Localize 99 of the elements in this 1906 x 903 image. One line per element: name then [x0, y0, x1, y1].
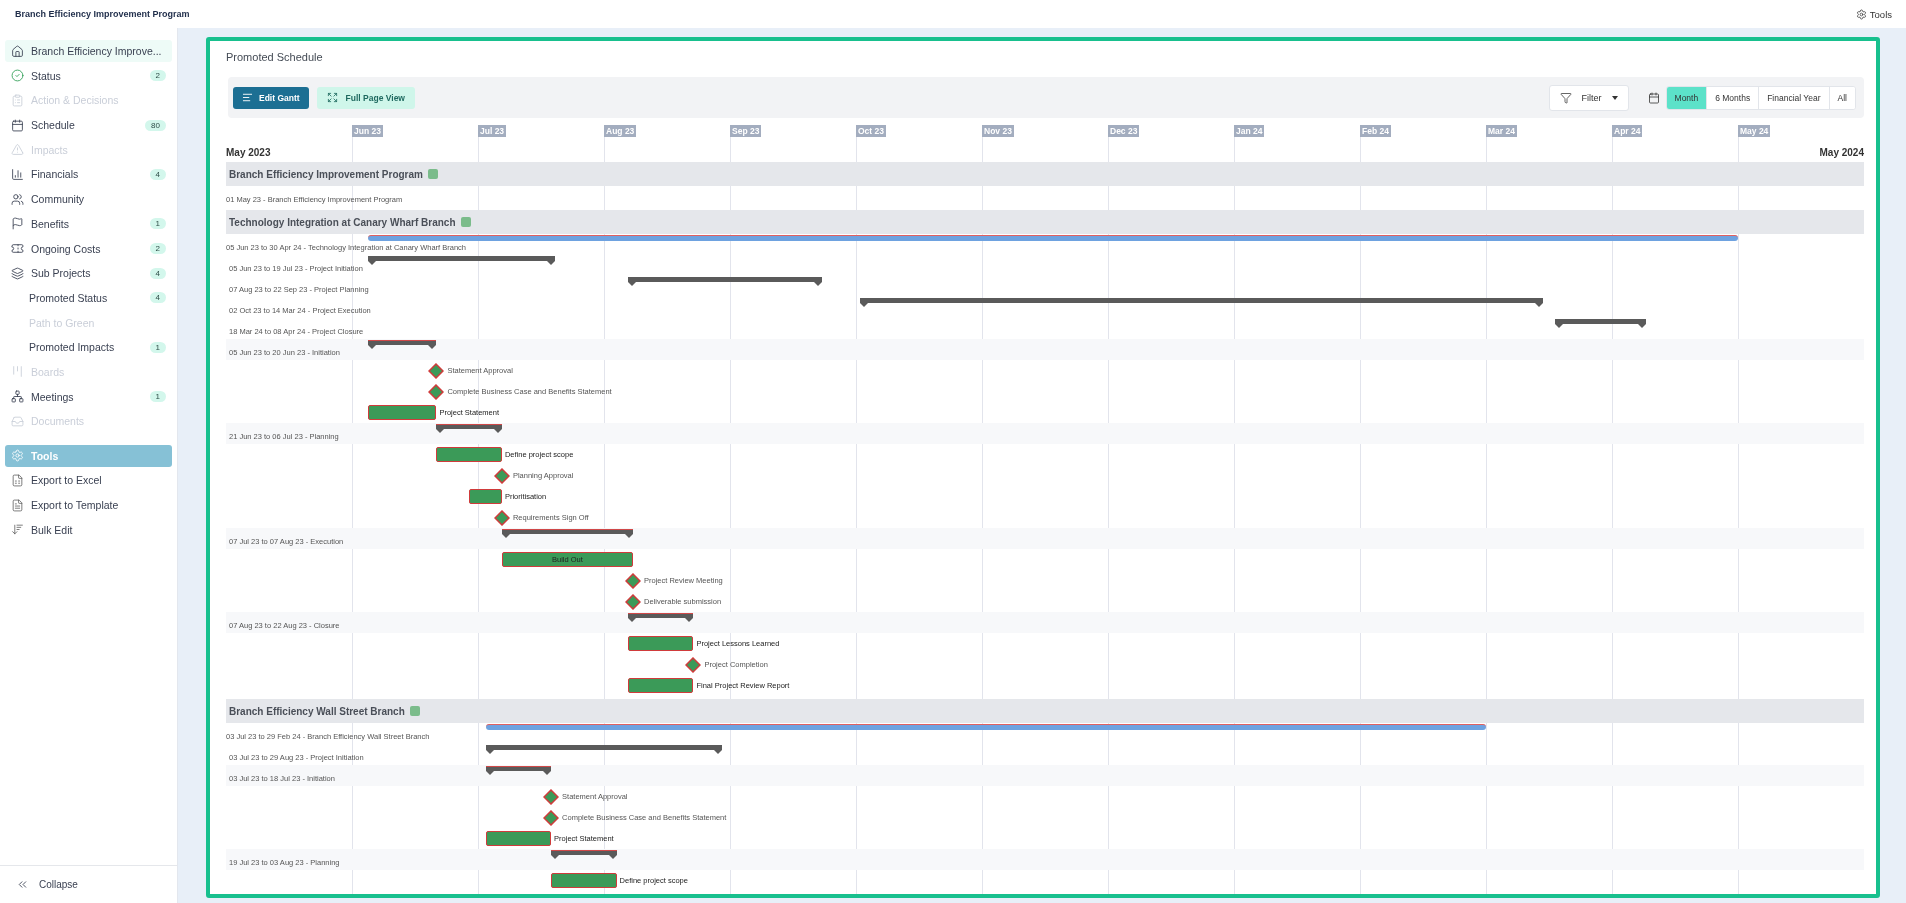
- milestone-diamond[interactable]: [493, 510, 510, 526]
- sidebar-item[interactable]: Ongoing Costs 2: [5, 237, 172, 260]
- home-icon: [11, 44, 24, 58]
- count-badge: 4: [149, 168, 166, 180]
- range-end-label: May 2024: [1819, 146, 1864, 158]
- count-badge: 1: [149, 341, 166, 353]
- status-swatch: [460, 217, 471, 227]
- sidebar-item[interactable]: Community: [5, 188, 172, 211]
- sidebar-item[interactable]: Export to Excel: [5, 469, 172, 492]
- sidebar-item[interactable]: Promoted Status 4: [5, 286, 172, 309]
- month-label: Jan 24: [1234, 125, 1265, 137]
- month-label: Oct 23: [856, 125, 886, 137]
- double-chevron-left-icon: [16, 878, 29, 891]
- warning-icon: [11, 143, 24, 157]
- ticket-icon: [11, 242, 24, 255]
- phase-bar[interactable]: [501, 529, 633, 538]
- month-label: Dec 23: [1108, 125, 1140, 137]
- sidebar-item[interactable]: Meetings 1: [5, 385, 172, 408]
- task-bar[interactable]: [485, 831, 552, 846]
- month-label: Nov 23: [982, 125, 1014, 137]
- sidebar-item[interactable]: Branch Efficiency Improve...: [5, 40, 172, 62]
- month-label: May 24: [1738, 125, 1771, 137]
- filter-button[interactable]: Filter: [1548, 84, 1629, 111]
- task-bar[interactable]: [627, 636, 694, 651]
- board-icon: [11, 365, 24, 379]
- milestone-diamond[interactable]: [543, 789, 560, 805]
- range-tab[interactable]: Month: [1666, 86, 1707, 109]
- phase-bar[interactable]: [627, 277, 822, 286]
- month-label: Jun 23: [352, 125, 383, 137]
- collapse-button[interactable]: Collapse: [16, 878, 78, 891]
- sidebar-item[interactable]: Benefits 1: [5, 212, 172, 235]
- count-badge: 4: [149, 292, 166, 304]
- phase-bar[interactable]: [436, 424, 502, 433]
- inbox-icon: [11, 414, 24, 428]
- status-swatch: [409, 706, 420, 716]
- align-left-icon: [242, 92, 253, 103]
- calendar-icon: [1647, 91, 1660, 104]
- month-label: Sep 23: [730, 125, 762, 137]
- flag-icon: [11, 217, 24, 231]
- section-title: Branch Efficiency Wall Street Branch: [229, 705, 405, 717]
- milestone-diamond[interactable]: [428, 384, 445, 400]
- milestone-diamond[interactable]: [428, 363, 445, 379]
- milestone-diamond[interactable]: [624, 594, 641, 610]
- month-label: Aug 23: [604, 125, 637, 137]
- bar-chart-icon: [11, 167, 24, 181]
- sidebar-item[interactable]: Status 2: [5, 64, 172, 87]
- phase-bar[interactable]: [551, 850, 617, 859]
- milestone-diamond[interactable]: [543, 810, 560, 826]
- sidebar-item[interactable]: Sub Projects 4: [5, 262, 172, 285]
- spreadsheet-file-icon: [11, 473, 24, 487]
- phase-bar[interactable]: [627, 613, 694, 622]
- month-label: Mar 24: [1486, 125, 1517, 137]
- count-badge: 1: [149, 218, 166, 230]
- count-badge: 2: [149, 243, 166, 254]
- full-page-view-button[interactable]: Full Page View: [316, 86, 415, 109]
- edit-gantt-button[interactable]: Edit Gantt: [233, 86, 309, 109]
- sidebar-item[interactable]: Financials 4: [5, 163, 172, 186]
- section-title: Technology Integration at Canary Wharf Branch: [229, 216, 456, 228]
- sidebar-item[interactable]: Bulk Edit: [5, 518, 172, 541]
- settings-icon: [11, 449, 24, 463]
- clipboard-icon: [11, 93, 24, 107]
- task-bar[interactable]: [627, 678, 694, 693]
- calendar-icon: [11, 118, 24, 132]
- sidebar-item[interactable]: Schedule 80: [5, 114, 172, 137]
- document-icon: [11, 498, 24, 512]
- phase-bar[interactable]: [859, 298, 1543, 307]
- check-circle-icon: [11, 69, 24, 83]
- count-badge: 1: [149, 391, 166, 403]
- network-icon: [11, 390, 24, 404]
- count-badge: 2: [149, 70, 166, 82]
- layers-icon: [11, 266, 24, 280]
- app-title: Branch Efficiency Improvement Program: [15, 9, 190, 19]
- milestone-diamond[interactable]: [685, 657, 702, 673]
- phase-bar[interactable]: [1555, 319, 1646, 328]
- phase-bar[interactable]: [485, 766, 552, 775]
- month-label: Jul 23: [478, 125, 507, 137]
- range-start-label: May 2023: [226, 146, 271, 158]
- phase-bar[interactable]: [485, 745, 723, 754]
- panel-title: Promoted Schedule: [226, 51, 324, 63]
- sort-list-icon: [11, 523, 24, 537]
- expand-icon: [326, 92, 338, 103]
- sidebar-item[interactable]: Promoted Impacts 1: [5, 336, 172, 359]
- range-tab[interactable]: All: [1828, 86, 1855, 109]
- month-label: Apr 24: [1612, 125, 1643, 137]
- milestone-diamond[interactable]: [493, 468, 510, 484]
- people-icon: [11, 192, 24, 206]
- month-label: Feb 24: [1360, 125, 1391, 137]
- count-badge: 80: [145, 119, 166, 131]
- status-swatch: [427, 169, 438, 179]
- sidebar-item[interactable]: Export to Template: [5, 494, 172, 517]
- phase-bar[interactable]: [368, 256, 555, 265]
- section-title: Branch Efficiency Improvement Program: [229, 168, 423, 180]
- count-badge: 4: [149, 267, 166, 279]
- caret-icon: [1611, 95, 1618, 100]
- phase-bar[interactable]: [368, 340, 437, 349]
- settings-icon: [1855, 8, 1867, 20]
- filter-icon: [1559, 91, 1572, 104]
- milestone-diamond[interactable]: [624, 573, 641, 589]
- tools-link[interactable]: Tools: [1855, 8, 1892, 20]
